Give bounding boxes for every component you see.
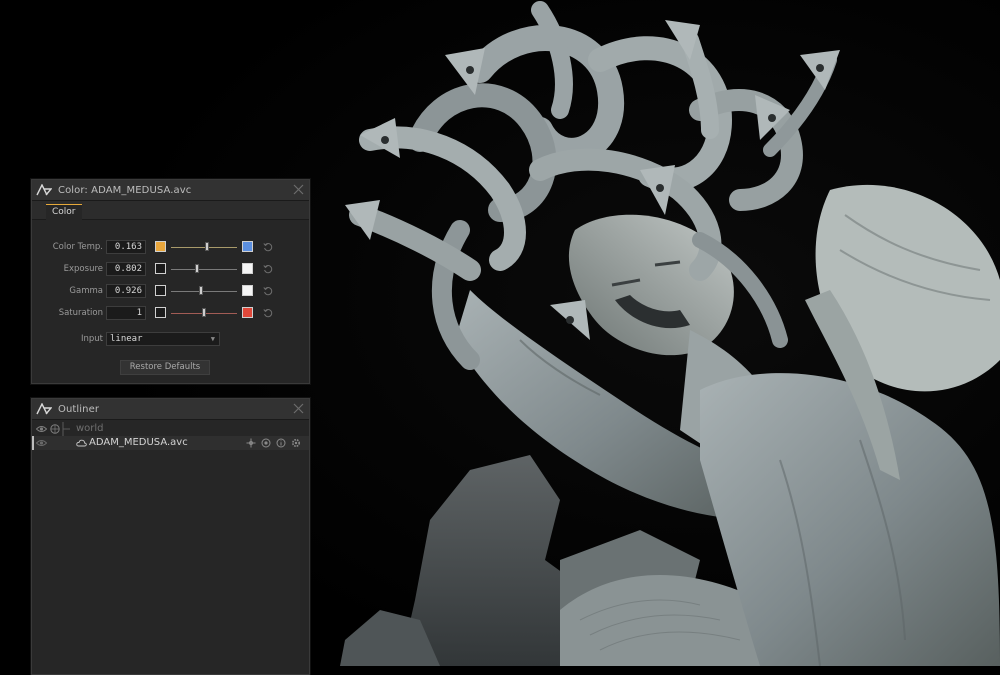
color-panel-titlebar[interactable]: Color: ADAM_MEDUSA.avc <box>32 180 309 201</box>
param-slider-track[interactable] <box>171 269 237 270</box>
outliner-panel: Outliner world ADAM_MEDUSA.avc <box>31 398 310 675</box>
param-slider-track[interactable] <box>171 291 237 292</box>
reset-icon[interactable] <box>263 308 273 318</box>
left-color-swatch[interactable] <box>155 307 166 318</box>
param-value-input[interactable]: 0.926 <box>106 284 146 298</box>
close-icon[interactable] <box>292 402 305 415</box>
param-row: Exposure 0.802 <box>32 262 309 278</box>
input-row: Input linear ▼ <box>32 332 309 348</box>
input-label: Input <box>80 334 103 344</box>
param-slider-handle[interactable] <box>205 242 210 251</box>
reset-icon[interactable] <box>263 286 273 296</box>
input-select-value: linear <box>110 334 143 344</box>
reset-icon[interactable] <box>263 264 273 274</box>
tree-row-world[interactable]: world <box>32 422 309 436</box>
param-value-input[interactable]: 0.802 <box>106 262 146 276</box>
right-color-swatch[interactable] <box>242 263 253 274</box>
app-logo-icon <box>36 184 52 196</box>
param-value-input[interactable]: 1 <box>106 306 146 320</box>
app-logo-icon <box>36 403 52 415</box>
color-panel: Color: ADAM_MEDUSA.avc Color Color Temp.… <box>31 179 310 384</box>
eye-dot-icon[interactable] <box>261 438 271 448</box>
move-icon[interactable] <box>246 438 256 448</box>
left-color-swatch[interactable] <box>155 263 166 274</box>
globe-icon <box>50 424 60 434</box>
color-panel-tabbar: Color <box>32 201 309 220</box>
param-label: Saturation <box>58 308 103 318</box>
param-label: Gamma <box>69 286 103 296</box>
tree-branch-icon <box>62 422 70 436</box>
tree-label-world: world <box>76 423 104 434</box>
chevron-down-icon: ▼ <box>210 335 215 343</box>
outliner-titlebar[interactable]: Outliner <box>32 399 309 420</box>
param-slider-handle[interactable] <box>199 286 204 295</box>
param-slider-track[interactable] <box>171 247 237 248</box>
tree-row-adam-medusa[interactable]: ADAM_MEDUSA.avc <box>32 436 309 450</box>
tab-color[interactable]: Color <box>46 204 82 220</box>
eye-icon[interactable] <box>36 439 47 447</box>
info-icon[interactable] <box>276 438 286 448</box>
tree-label-adam-medusa: ADAM_MEDUSA.avc <box>89 437 188 448</box>
param-value-input[interactable]: 0.163 <box>106 240 146 254</box>
param-slider-handle[interactable] <box>195 264 200 273</box>
param-row: Color Temp. 0.163 <box>32 240 309 256</box>
param-row: Gamma 0.926 <box>32 284 309 300</box>
close-icon[interactable] <box>292 183 305 196</box>
restore-defaults-button[interactable]: Restore Defaults <box>120 360 210 375</box>
param-label: Exposure <box>63 264 103 274</box>
left-color-swatch[interactable] <box>155 285 166 296</box>
right-color-swatch[interactable] <box>242 241 253 252</box>
cloud-icon <box>76 439 87 447</box>
gear-icon[interactable] <box>291 438 301 448</box>
param-row: Saturation 1 <box>32 306 309 322</box>
reset-icon[interactable] <box>263 242 273 252</box>
param-slider-handle[interactable] <box>202 308 206 317</box>
right-color-swatch[interactable] <box>242 285 253 296</box>
color-panel-title: Color: ADAM_MEDUSA.avc <box>58 184 192 196</box>
eye-icon[interactable] <box>36 425 47 433</box>
row-tools <box>246 438 301 448</box>
outliner-title: Outliner <box>58 403 100 415</box>
input-select[interactable]: linear ▼ <box>106 332 220 346</box>
right-color-swatch[interactable] <box>242 307 253 318</box>
param-label: Color Temp. <box>52 242 103 252</box>
left-color-swatch[interactable] <box>155 241 166 252</box>
